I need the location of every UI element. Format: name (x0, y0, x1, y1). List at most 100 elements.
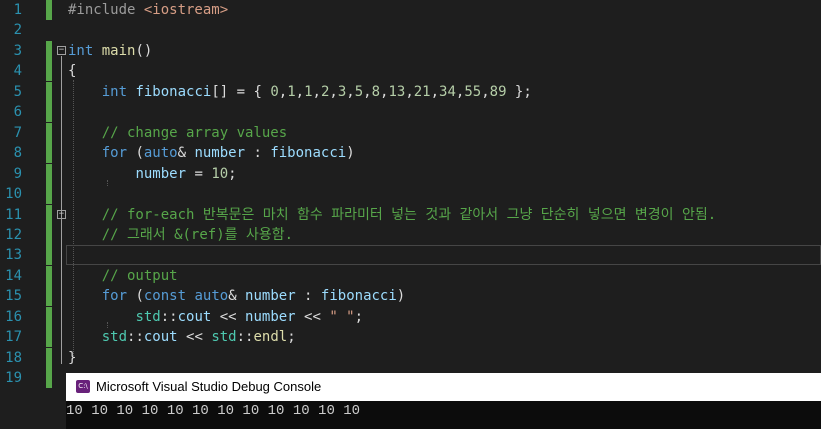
code-line[interactable]: 11 // for-each 반복문은 마치 함수 파라미터 넣는 것과 같아서… (0, 205, 821, 225)
code-editor[interactable]: 1 #include <iostream> 2 3 int main() 4{ 5 int … (0, 0, 821, 429)
code-line[interactable]: 6 (0, 102, 821, 122)
code-token: ; (287, 329, 296, 345)
code-line[interactable]: 2 (0, 20, 821, 40)
code-line[interactable]: 12 // 그래서 &(ref)를 사용함. (0, 225, 821, 245)
code-token: for (101, 145, 128, 161)
code-text[interactable]: #include <iostream> (68, 0, 228, 20)
collapse-main-toggle[interactable]: − (57, 46, 66, 55)
code-text[interactable]: std::cout << std::endl; (68, 327, 296, 347)
code-line[interactable]: 8 for (auto& number : fibonacci) (0, 143, 821, 163)
code-line[interactable]: 13 (0, 245, 821, 265)
code-token: << (211, 309, 246, 325)
code-text[interactable]: // 그래서 &(ref)를 사용함. (68, 225, 293, 245)
line-number: 1 (13, 2, 22, 18)
code-token: :: (236, 329, 254, 345)
change-marker (46, 205, 52, 225)
change-marker (46, 225, 52, 245)
code-text[interactable]: for (const auto& number : fibonacci) (68, 286, 406, 306)
code-token: , (329, 84, 338, 100)
code-line[interactable]: 3 int main() (0, 41, 821, 61)
code-token: ; (228, 166, 237, 182)
code-line[interactable]: 18} (0, 348, 821, 368)
code-line[interactable]: 4{ (0, 61, 821, 81)
code-text[interactable]: std::cout << number << " "; (68, 307, 363, 327)
line-number: 6 (13, 104, 22, 120)
change-marker (46, 61, 52, 81)
code-token: 89 (489, 84, 507, 100)
code-text[interactable]: number = 10; (68, 164, 237, 184)
line-number: 7 (13, 125, 22, 141)
code-token: } (68, 350, 77, 366)
code-token: <iostream> (143, 2, 229, 18)
change-marker (46, 164, 52, 184)
console-title: Microsoft Visual Studio Debug Console (96, 379, 322, 394)
code-token: for (101, 288, 128, 304)
code-token: , (346, 84, 355, 100)
code-token: , (363, 84, 372, 100)
line-number: 3 (13, 43, 22, 59)
code-line[interactable]: 7 // change array values (0, 123, 821, 143)
code-line[interactable]: 10 (0, 184, 821, 204)
debug-console-window[interactable]: C:\ Microsoft Visual Studio Debug Consol… (66, 373, 821, 429)
code-token: : (245, 145, 271, 161)
console-title-bar[interactable]: C:\ Microsoft Visual Studio Debug Consol… (66, 373, 821, 401)
change-marker (46, 266, 52, 286)
code-line[interactable]: 14 // output (0, 266, 821, 286)
code-token: ) (346, 145, 355, 161)
code-token: int (101, 84, 128, 100)
code-token: #include (68, 2, 144, 18)
code-text[interactable]: int fibonacci[] = { 0,1,1,2,3,5,8,13,21,… (68, 82, 532, 102)
code-token: 13 (388, 84, 406, 100)
code-token: // output (101, 268, 178, 284)
code-token: std (211, 329, 237, 345)
code-token: 5 (354, 84, 364, 100)
code-token: auto (143, 145, 178, 161)
line-number: 16 (5, 309, 22, 325)
code-line[interactable]: 1 #include <iostream> (0, 0, 821, 20)
code-token: }; (506, 84, 532, 100)
change-marker (46, 102, 52, 122)
line-number: 13 (5, 247, 22, 263)
line-number: 5 (13, 84, 22, 100)
code-line[interactable]: 9 number = 10; (0, 164, 821, 184)
code-text[interactable]: } (68, 348, 76, 368)
code-token: 55 (464, 84, 482, 100)
code-line[interactable]: 5 int fibonacci[] = { 0,1,1,2,3,5,8,13,2… (0, 82, 821, 102)
code-line[interactable]: 17 std::cout << std::endl; (0, 327, 821, 347)
change-marker (46, 0, 52, 20)
line-number: 10 (5, 186, 22, 202)
line-number: 2 (13, 22, 22, 38)
code-token: = (186, 166, 212, 182)
code-line[interactable]: 15 for (const auto& number : fibonacci) (0, 286, 821, 306)
collapse-comment-toggle[interactable]: − (57, 210, 66, 219)
code-token: fibonacci (135, 84, 212, 100)
code-token: std (135, 309, 161, 325)
code-text[interactable]: for (auto& number : fibonacci) (68, 143, 355, 163)
code-line[interactable]: 16 std::cout << number << " "; (0, 307, 821, 327)
code-text[interactable]: // change array values (68, 123, 287, 143)
code-token: : (295, 288, 321, 304)
code-token: 1 (304, 84, 313, 100)
line-number: 19 (5, 370, 22, 386)
code-token: endl (253, 329, 288, 345)
change-marker (46, 41, 52, 61)
code-text[interactable]: int main() (68, 41, 152, 61)
code-token: ; (354, 309, 364, 325)
code-token: , (295, 84, 305, 100)
code-token: 3 (337, 84, 347, 100)
code-token: :: (160, 309, 178, 325)
code-text[interactable]: { (68, 61, 76, 81)
code-token: { (68, 63, 77, 79)
code-text[interactable]: // output (68, 266, 178, 286)
code-token: 8 (371, 84, 381, 100)
code-token: fibonacci (320, 288, 397, 304)
code-text[interactable]: // for-each 반복문은 마치 함수 파라미터 넣는 것과 같아서 그냥… (68, 205, 716, 225)
